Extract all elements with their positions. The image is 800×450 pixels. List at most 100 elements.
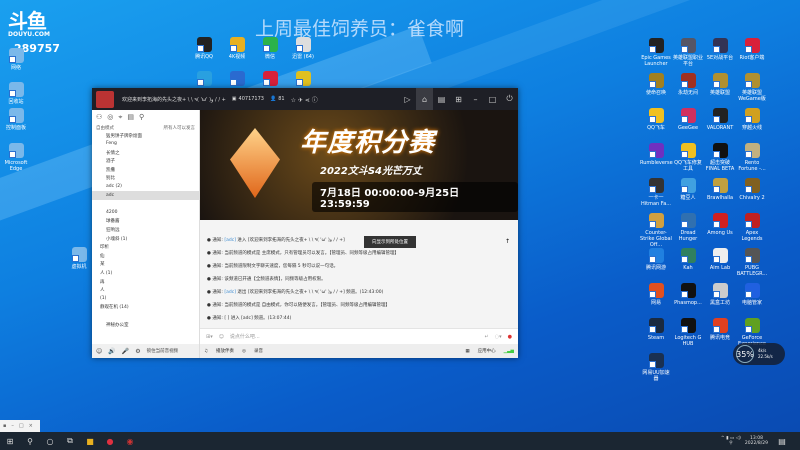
minimized-window[interactable]: ▪ – □ × [0,420,40,432]
channel-item[interactable] [92,311,199,320]
channel-item[interactable]: 静观在机 (14) [92,303,199,312]
desktop-icon[interactable]: 黑盒工坊 [704,283,736,306]
desktop-icon[interactable]: Brawlhalla [704,178,736,201]
enter-icon[interactable]: ↵ [485,334,489,340]
scroll-top-icon[interactable]: ↑ [505,238,510,245]
cortana-icon[interactable]: ○ [40,437,60,446]
minimize-button[interactable]: – [467,88,484,110]
channel-item[interactable]: 人 [92,286,199,295]
desktop-icon[interactable]: Epic Games Launcher [640,38,672,67]
favorite-icon[interactable]: ☆ ✈ ⋖ ⓘ [291,95,318,104]
desktop-icon[interactable]: 微信 [254,37,286,60]
desktop-icon[interactable]: Logitech G HUB [672,318,704,347]
lock-av-button[interactable]: 锁住当前音视频 [147,348,179,354]
desktop-icon[interactable]: 电脑管家 [736,283,768,306]
channel-item[interactable]: 仙 [92,251,199,260]
user-icon[interactable]: ⚇ [96,113,102,122]
desktop-icon[interactable]: 糖豆人 [672,178,704,201]
desktop-icon[interactable] [188,71,220,88]
desktop-icon[interactable]: 腾讯QQ [188,37,220,60]
maximize-button[interactable]: □ [484,88,501,110]
bgm-button[interactable]: 播放伴奏 [216,348,234,354]
user-name[interactable]: [adc] [224,238,236,243]
desktop-icon[interactable] [287,71,319,88]
notification-icon[interactable]: ▤ [772,437,792,446]
desktop-icon[interactable]: 回收站 [0,82,32,105]
close-button[interactable]: × [29,423,33,429]
desktop-icon[interactable]: 一卡一Hitman Fa... [640,178,672,207]
tray-icons[interactable]: ^ ▮ ▭ ◁) ⚲ [721,436,741,446]
channel-item[interactable]: 4200 [92,208,199,217]
desktop-icon[interactable]: Aim Lab [704,248,736,271]
minimize-button[interactable]: – [11,423,14,429]
channel-item[interactable]: 人 (1) [92,269,199,278]
channel-item[interactable]: (1) [92,294,199,303]
desktop-icon[interactable]: 英雄联盟WeGame版 [736,73,768,102]
notes-icon[interactable]: ▤ [127,113,134,122]
desktop-icon[interactable]: Kah [672,248,704,271]
channel-item[interactable]: adc (2) [92,183,199,192]
channel-item[interactable]: 狂哟远 [92,226,199,235]
emoji-icon[interactable]: ☺ [219,334,224,340]
desktop-icon[interactable] [254,71,286,88]
desktop-icon[interactable]: 网络 [0,48,32,71]
clock-date[interactable]: 2022/8/29 [745,441,768,446]
channel-item[interactable]: 球番酱 [92,217,199,226]
desktop-icon[interactable]: 迅雷 (64) [287,37,319,60]
bubble-icon[interactable]: ◌▾ [495,334,502,340]
maximize-button[interactable]: □ [19,423,24,429]
desktop-icon[interactable]: Steam [640,318,672,341]
desktop-icon[interactable]: 腾讯网游 [640,248,672,271]
desktop-icon[interactable]: PUBG BATTLEGR... [736,248,768,277]
desktop-icon[interactable]: 网易UU加速器 [640,353,672,382]
user-name[interactable]: [adc] [224,290,236,295]
task-view-icon[interactable]: ⧉ [60,436,80,446]
gamepad-icon[interactable]: ⊞ [450,88,467,110]
network-widget[interactable]: 35% 4k/s 22.5k/s [733,343,785,365]
desktop-icon[interactable]: Riot客户端 [736,38,768,61]
desktop-icon[interactable]: 4K视频 [221,37,253,60]
channel-item[interactable]: 长情之 [92,148,199,157]
gamepad-icon[interactable]: ⊞▾ [206,334,213,340]
desktop-icon[interactable]: Rento Fortune -... [736,143,768,172]
channel-item[interactable]: 神秘办公室 [92,320,199,329]
desktop-icon[interactable]: 超击突破 FINAL BETA [704,143,736,172]
channel-item[interactable]: 猛男饼子牌杂烩面 [92,131,199,140]
channel-item[interactable]: 再 [92,277,199,286]
desktop-icon[interactable]: QQ飞车修复工具 [672,143,704,172]
taskbar-app-netease[interactable]: ● [100,437,120,446]
desktop-icon[interactable]: 5E对战平台 [704,38,736,61]
settings-icon[interactable]: ⚙ [135,348,140,355]
app-center-button[interactable]: 应用中心 [478,348,496,354]
desktop-icon[interactable]: 永劫无间 [672,73,704,96]
chat-input[interactable]: 说点什么吧... [230,333,479,340]
desktop-icon[interactable]: Phasmop... [672,283,704,306]
desktop-icon[interactable]: 使命召唤 [640,73,672,96]
desktop-icon[interactable]: 英雄联盟职业平台 [672,38,704,67]
desktop-icon[interactable]: 英雄联盟 [704,73,736,96]
desktop-icon[interactable] [221,71,253,88]
desktop-icon[interactable]: Apex Legends [736,213,768,242]
channel-item[interactable]: 别比 [92,174,199,183]
desktop-icon[interactable]: Dread Hunger [672,213,704,242]
channel-item[interactable]: adc [92,191,199,200]
history-icon[interactable]: ◎ [107,113,113,122]
channel-item[interactable]: 凯撒 [92,165,199,174]
channel-item[interactable]: 印析 [92,243,199,252]
channel-item[interactable]: 某 [92,260,199,269]
desktop-icon[interactable]: 网易 [640,283,672,306]
start-button[interactable]: ⊞ [0,437,20,446]
self-avatar[interactable]: ☺ [96,348,102,355]
desktop-icon[interactable]: GeeGee [672,108,704,131]
taskbar-app-obs[interactable]: ◉ [120,437,140,446]
search-icon[interactable]: ⚲ [139,113,144,122]
desktop-icon[interactable]: Counter-Strike Global Off... [640,213,672,248]
home-icon[interactable]: ⌂ [416,88,433,110]
desktop-icon[interactable]: 控制面板 [0,108,32,131]
mic-icon[interactable]: ● [508,334,512,340]
desktop-icon[interactable]: Chivalry 2 [736,178,768,201]
channel-item[interactable]: 酒子 [92,157,199,166]
power-button[interactable]: ⏻ [501,88,518,110]
desktop-icon[interactable]: Rumbleverse [640,143,673,166]
desktop-icon[interactable]: 腾讯电竞 [704,318,736,341]
